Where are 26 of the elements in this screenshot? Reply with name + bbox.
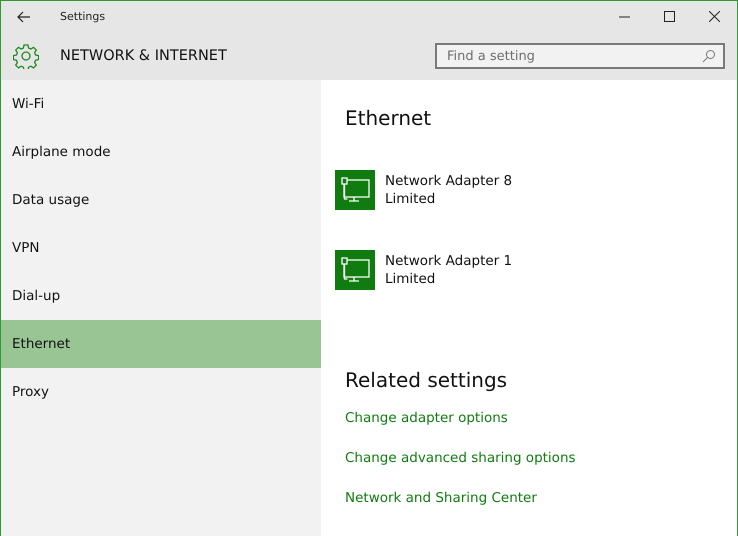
network-adapter-icon [335,170,375,210]
sidebar-item[interactable]: VPN [1,224,321,272]
sidebar-item[interactable]: Wi-Fi [1,80,321,128]
adapter-status: Limited [385,191,436,207]
sidebar-item[interactable]: Proxy [1,368,321,416]
settings-link[interactable]: Network and Sharing Center [345,490,537,530]
settings-link[interactable]: Change advanced sharing options [345,450,576,490]
search-field[interactable]: Find a setting [435,43,725,69]
sidebar-item[interactable]: Data usage [1,176,321,224]
search-icon [702,49,716,63]
page-heading: Ethernet [345,106,432,130]
adapter-name: Network Adapter 1 [385,253,512,269]
sidebar-item[interactable]: Ethernet [1,320,321,368]
gear-icon [13,43,39,69]
section-title: NETWORK & INTERNET [60,48,227,64]
section-heading: Related settings [345,368,508,392]
network-adapter-icon [335,250,375,290]
sidebar-item[interactable]: Dial-up [1,272,321,320]
adapter-name: Network Adapter 8 [385,173,512,189]
sidebar-item[interactable]: Airplane mode [1,128,321,176]
back-arrow-icon [17,10,31,22]
maximize-icon [664,11,675,22]
adapter-status: Limited [385,271,436,287]
close-icon [709,11,720,22]
settings-link[interactable]: Change adapter options [345,410,508,450]
window-title: Settings [60,10,106,23]
